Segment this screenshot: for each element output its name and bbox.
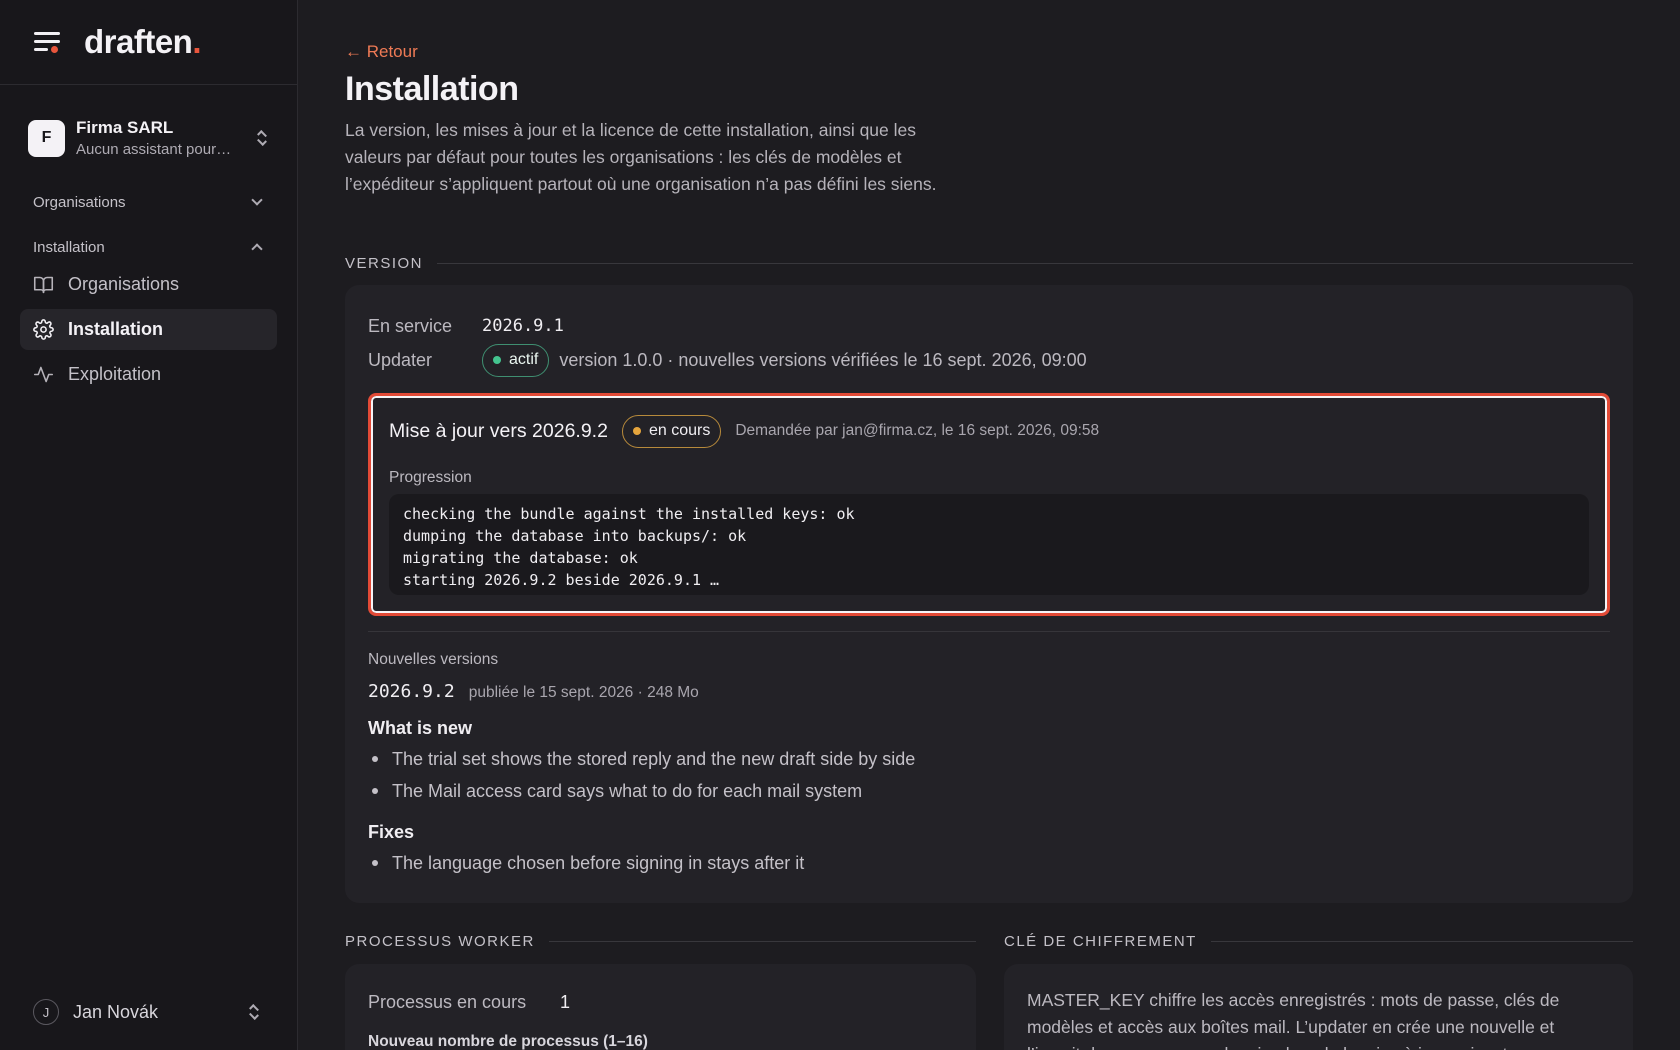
- divider: [368, 631, 1610, 632]
- activity-icon: [33, 366, 54, 383]
- running-processes-row: Processus en cours 1: [368, 987, 570, 1017]
- progress-log: checking the bundle against the installe…: [389, 494, 1589, 595]
- page-title: Installation: [345, 70, 519, 108]
- fixes-heading: Fixes: [368, 822, 415, 842]
- new-versions-label: Nouvelles versions: [368, 651, 499, 668]
- log-line: migrating the database: ok: [403, 549, 638, 567]
- list-item: The trial set shows the stored reply and…: [368, 743, 915, 775]
- running-processes-value: 1: [560, 991, 571, 1012]
- encryption-card: MASTER_KEY chiffre les accès enregistrés…: [1004, 964, 1633, 1050]
- section-title: CLÉ DE CHIFFREMENT: [1004, 933, 1197, 950]
- update-in-progress-panel: Mise à jour vers 2026.9.2 en cours Deman…: [368, 393, 1610, 616]
- section-title: PROCESSUS WORKER: [345, 933, 535, 950]
- chevron-up-down-icon: [255, 128, 269, 148]
- release-version: 2026.9.2: [368, 681, 455, 702]
- workers-card: Processus en cours 1 Nouveau nombre de p…: [345, 964, 976, 1050]
- org-name: Firma SARL: [76, 118, 174, 137]
- encryption-description: MASTER_KEY chiffre les accès enregistrés…: [1027, 990, 1560, 1050]
- sidebar-item-exploitation[interactable]: Exploitation: [20, 354, 277, 395]
- updater-row: Updater actif version 1.0.0 · nouvelles …: [368, 342, 1087, 378]
- sidebar: draften. F Firma SARL Aucun assistant po…: [0, 0, 298, 1050]
- updater-info: version 1.0.0 · nouvelles versions vérif…: [559, 349, 1087, 370]
- org-subtitle: Aucun assistant pour…: [76, 141, 232, 158]
- org-avatar: F: [28, 119, 65, 157]
- sidebar-item-organisations[interactable]: Organisations: [20, 264, 277, 305]
- book-icon: [33, 276, 54, 294]
- update-requested-by: Demandée par jan@firma.cz, le 16 sept. 2…: [735, 422, 1100, 439]
- brand-bar: draften.: [0, 0, 297, 85]
- user-name: Jan Novák: [73, 1001, 159, 1022]
- log-line: starting 2026.9.2 beside 2026.9.1 …: [403, 571, 720, 589]
- in-service-row: En service 2026.9.1: [368, 311, 564, 341]
- version-card: En service 2026.9.1 Updater actif versio…: [345, 285, 1633, 903]
- list-item: The language chosen before signing in st…: [368, 847, 804, 879]
- gear-icon: [33, 319, 54, 340]
- section-header-version: VERSION: [345, 255, 1633, 272]
- logo[interactable]: draften.: [84, 23, 201, 61]
- user-menu[interactable]: J Jan Novák: [33, 996, 261, 1028]
- log-line: dumping the database into backups/: ok: [403, 527, 747, 545]
- chevron-up-icon: [251, 243, 263, 255]
- back-link[interactable]: ← Retour: [345, 42, 418, 62]
- nav-group-installation[interactable]: Installation: [0, 232, 297, 262]
- running-processes-label: Processus en cours: [368, 991, 527, 1012]
- new-process-count-label: Nouveau nombre de processus (1–16): [368, 1033, 648, 1050]
- nav-group-label: Organisations: [33, 193, 126, 211]
- chevron-down-icon: [251, 194, 263, 206]
- sidebar-item-label: Organisations: [68, 274, 180, 294]
- section-header-workers: PROCESSUS WORKER: [345, 933, 976, 950]
- status-dot-icon: [493, 356, 501, 364]
- in-service-value: 2026.9.1: [482, 316, 564, 336]
- updater-status-badge: actif: [482, 343, 550, 377]
- whats-new-heading: What is new: [368, 718, 473, 738]
- nav-group-organisations[interactable]: Organisations: [0, 187, 297, 217]
- updater-label: Updater: [368, 349, 433, 370]
- progress-label: Progression: [389, 469, 472, 486]
- page-description: La version, les mises à jour et la licen…: [345, 120, 937, 194]
- org-switcher[interactable]: F Firma SARL Aucun assistant pour…: [0, 116, 297, 160]
- fixes-list: The language chosen before signing in st…: [368, 847, 804, 879]
- chevron-up-down-icon: [247, 1002, 261, 1022]
- menu-icon[interactable]: [34, 31, 60, 53]
- user-avatar: J: [33, 999, 59, 1025]
- in-service-label: En service: [368, 315, 453, 336]
- update-status-badge: en cours: [621, 414, 722, 448]
- nav-group-label: Installation: [33, 238, 105, 256]
- status-dot-icon: [632, 427, 641, 435]
- sidebar-item-installation[interactable]: Installation: [20, 309, 277, 350]
- section-title: VERSION: [345, 255, 424, 272]
- section-header-encryption: CLÉ DE CHIFFREMENT: [1004, 933, 1633, 950]
- list-item: The Mail access card says what to do for…: [368, 775, 915, 807]
- log-line: checking the bundle against the installe…: [403, 505, 855, 523]
- sidebar-item-label: Installation: [68, 319, 164, 339]
- whats-new-list: The trial set shows the stored reply and…: [368, 743, 915, 807]
- update-title: Mise à jour vers 2026.9.2: [389, 419, 608, 442]
- sidebar-item-label: Exploitation: [68, 364, 162, 384]
- release-meta: publiée le 15 sept. 2026 · 248 Mo: [468, 684, 699, 701]
